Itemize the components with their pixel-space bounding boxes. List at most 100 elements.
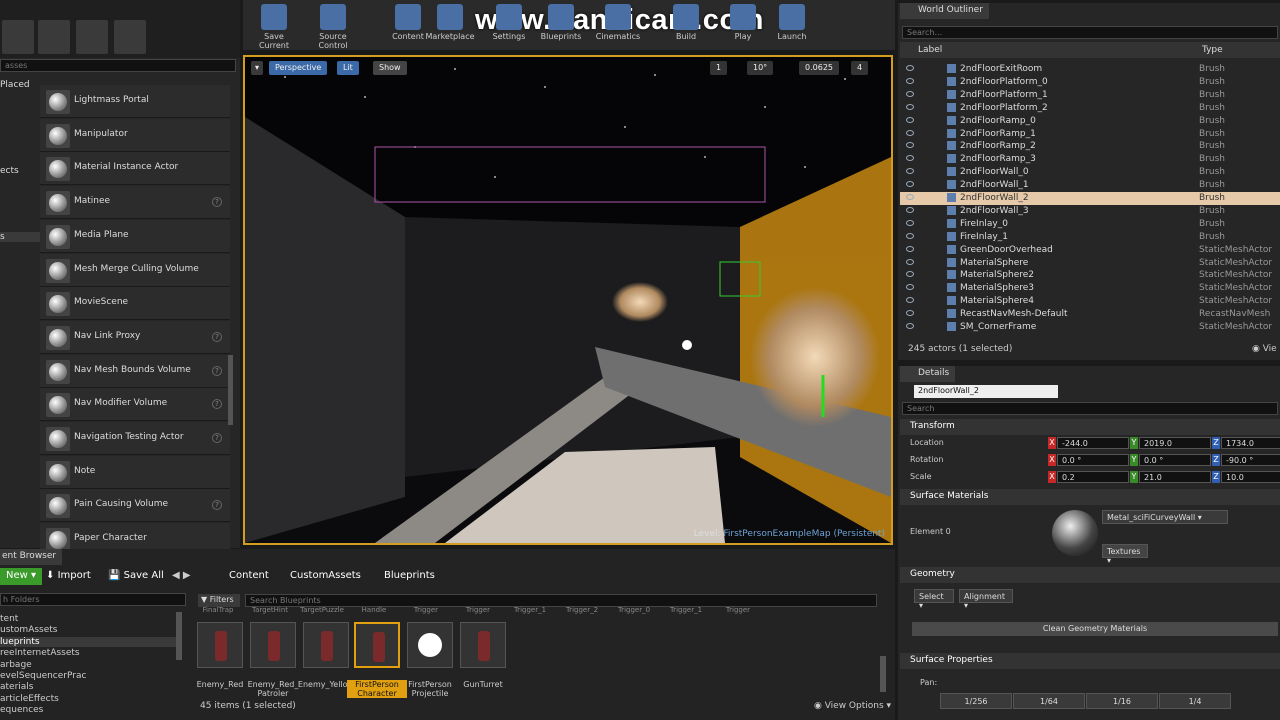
toolbar-button[interactable]: Launch [766,4,818,41]
rotation-z-field[interactable]: -90.0 ° [1221,454,1280,466]
scale-z-field[interactable]: 10.0 [1221,471,1280,483]
toolbar-button[interactable]: Save Current [248,4,300,50]
visibility-eye-icon[interactable] [906,258,914,265]
folder-search-input[interactable]: h Folders [0,593,186,606]
visibility-eye-icon[interactable] [906,232,914,239]
folder-scrollbar[interactable] [176,612,182,660]
outliner-row[interactable]: FireInlay_1 Brush [900,231,1280,244]
view-options-outliner[interactable]: ◉ Vie [1252,344,1277,354]
pan-button[interactable]: 1/4 [1159,693,1231,709]
type-column-header[interactable]: Type [1202,45,1223,55]
location-label[interactable]: Location [910,438,944,447]
category-effects[interactable]: ects [0,166,40,176]
level-viewport[interactable]: ▾ Perspective Lit Show 1 10° 0.0625 4 Le… [243,55,893,545]
outliner-row[interactable]: FireInlay_0 Brush [900,218,1280,231]
toolbar-button[interactable]: Cinematics [592,4,644,41]
outliner-row[interactable]: 2ndFloorRamp_3 Brush [900,153,1280,166]
landscape-mode-icon[interactable] [38,20,70,54]
visibility-eye-icon[interactable] [906,297,914,304]
details-search-input[interactable]: Search [902,402,1278,415]
geometry-mode-icon[interactable] [114,20,146,54]
surface-properties-section[interactable]: Surface Properties [900,653,1280,669]
visibility-eye-icon[interactable] [906,142,914,149]
breadcrumb-item[interactable]: Content [229,570,269,581]
visibility-eye-icon[interactable] [906,194,914,200]
scale-snap-value[interactable]: 0.0625 [799,61,839,75]
material-dropdown[interactable]: Metal_sciFiCurveyWall ▾ [1102,510,1228,524]
place-scrollbar[interactable] [228,355,233,425]
toolbar-button[interactable]: Marketplace [424,4,476,41]
scale-x-field[interactable]: 0.2 [1057,471,1129,483]
asset-tile[interactable] [197,622,243,668]
viewport-options-button[interactable]: ▾ [251,61,264,75]
rotation-snap-value[interactable]: 10° [747,61,774,75]
folder-item[interactable]: equences [0,705,176,715]
visibility-eye-icon[interactable] [906,181,914,188]
visibility-eye-icon[interactable] [906,271,914,278]
place-item[interactable]: Material Instance Actor [40,152,230,186]
label-column-header[interactable]: Label [918,45,942,55]
toolbar-button[interactable]: Build [660,4,712,41]
material-thumbnail[interactable] [1052,510,1098,556]
rotation-y-field[interactable]: 0.0 ° [1139,454,1211,466]
outliner-row[interactable]: 2ndFloorPlatform_2 Brush [900,102,1280,115]
import-button[interactable]: ⬇ Import [40,568,97,585]
visibility-eye-icon[interactable] [906,155,914,162]
place-item[interactable]: Navigation Testing Actor? [40,422,230,455]
geometry-section[interactable]: Geometry [900,567,1280,583]
outliner-row[interactable]: 2ndFloorPlatform_1 Brush [900,89,1280,102]
help-icon[interactable]: ? [212,365,222,376]
pan-button[interactable]: 1/16 [1086,693,1158,709]
help-icon[interactable]: ? [212,197,222,208]
outliner-row[interactable]: 2ndFloorWall_0 Brush [900,166,1280,179]
show-button[interactable]: Show [373,61,407,75]
place-item[interactable]: Note [40,455,230,489]
place-item[interactable]: Nav Modifier Volume? [40,388,230,422]
visibility-eye-icon[interactable] [906,219,914,226]
select-dropdown[interactable]: Select ▾ [914,589,954,610]
visibility-eye-icon[interactable] [906,284,914,291]
folder-item[interactable]: arbage [0,660,176,670]
folder-item[interactable]: aterials [0,682,176,692]
place-item[interactable]: Nav Mesh Bounds Volume? [40,354,230,388]
toolbar-button[interactable]: Blueprints [535,4,587,41]
visibility-eye-icon[interactable] [906,103,914,110]
location-y-field[interactable]: 2019.0 [1139,437,1211,449]
visibility-eye-icon[interactable] [906,323,914,329]
actor-name-field[interactable]: 2ndFloorWall_2 [914,385,1058,398]
outliner-search-input[interactable]: Search... [902,26,1278,39]
toolbar-button[interactable]: Source Control [307,4,359,50]
asset-tile[interactable] [460,622,506,668]
outliner-row[interactable]: GreenDoorOverhead StaticMeshActor [900,244,1280,257]
visibility-eye-icon[interactable] [906,90,914,97]
grid-snap-value[interactable]: 1 [710,61,728,75]
rotation-label[interactable]: Rotation [910,455,943,464]
help-icon[interactable]: ? [212,399,222,410]
folder-item[interactable]: articleEffects [0,694,176,704]
folder-item[interactable]: evelSequencerPrac [0,671,176,681]
outliner-row[interactable]: MaterialSphere4 StaticMeshActor [900,295,1280,308]
place-item[interactable]: Matinee? [40,186,230,220]
place-search-input[interactable]: asses [0,59,236,72]
outliner-row[interactable]: 2ndFloorWall_2 Brush [900,192,1280,205]
place-item[interactable]: Nav Link Proxy? [40,320,230,354]
scale-y-field[interactable]: 21.0 [1139,471,1211,483]
clean-geometry-materials-button[interactable]: Clean Geometry Materials [912,622,1278,636]
outliner-row[interactable]: MaterialSphere2 StaticMeshActor [900,269,1280,282]
place-item[interactable]: Mesh Merge Culling Volume [40,253,230,287]
add-new-button[interactable]: New ▾ [0,568,43,585]
asset-tile[interactable] [354,622,400,668]
asset-tile[interactable] [250,622,296,668]
nav-back-forward-icon[interactable]: ◀ ▶ [172,570,191,581]
visibility-eye-icon[interactable] [906,206,914,213]
visibility-eye-icon[interactable] [906,65,914,71]
folder-item[interactable]: reeInternetAssets [0,648,176,658]
asset-scrollbar[interactable] [880,656,886,692]
location-z-field[interactable]: 1734.0 [1221,437,1280,449]
outliner-row[interactable]: 2ndFloorWall_3 Brush [900,205,1280,218]
place-item[interactable]: Lightmass Portal [40,85,230,118]
pan-button[interactable]: 1/64 [1013,693,1085,709]
world-outliner-tab[interactable]: World Outliner [900,3,989,19]
folder-item[interactable]: ustomAssets [0,625,176,635]
place-item[interactable]: Pain Causing Volume? [40,489,230,523]
